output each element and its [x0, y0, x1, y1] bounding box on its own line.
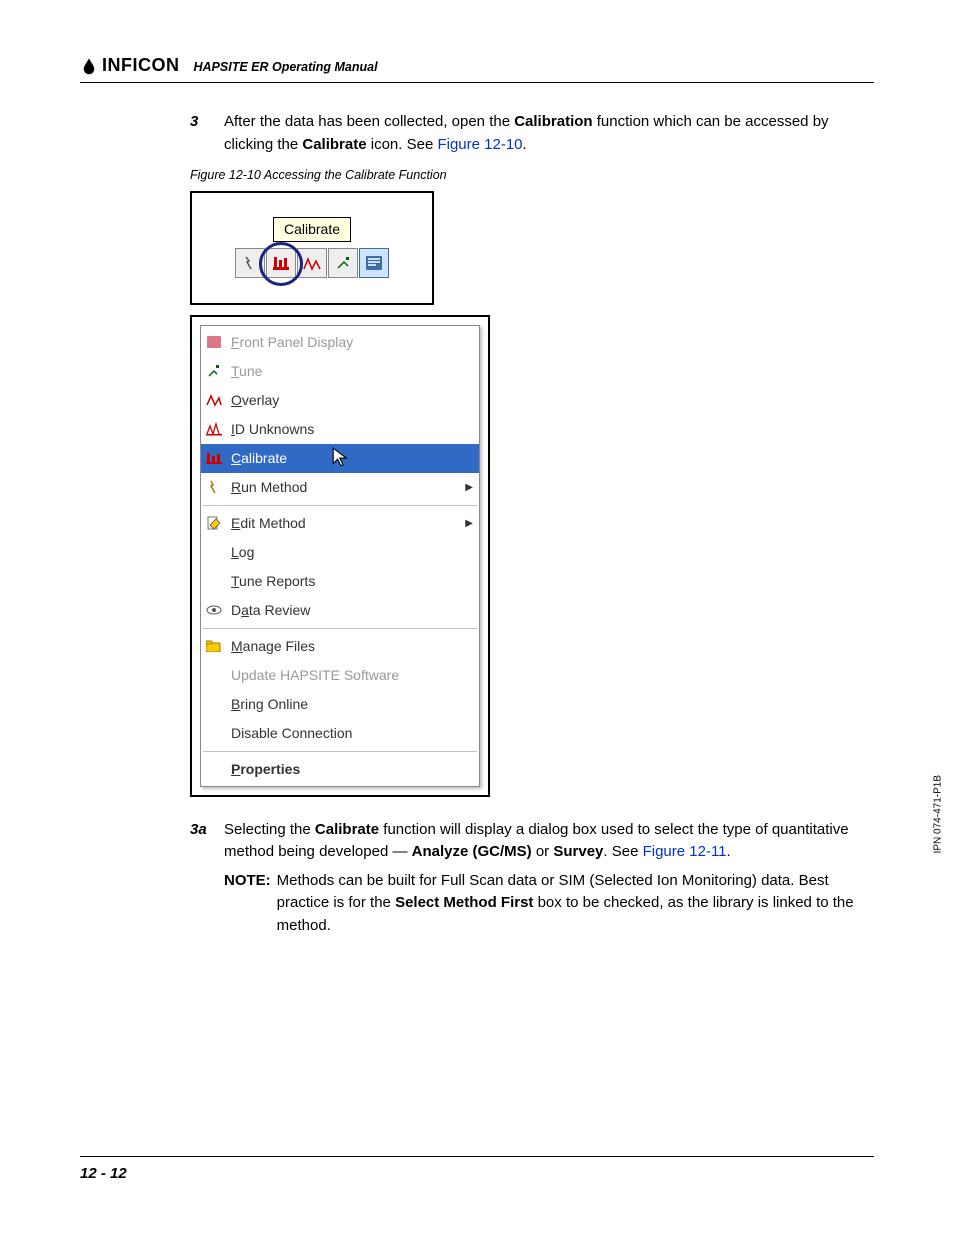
menu-item-calibrate[interactable]: Calibrate: [201, 444, 479, 473]
step-number: 3: [190, 111, 212, 156]
menu-item-label: Manage Files: [231, 636, 315, 657]
page-number: 12 - 12: [80, 1156, 874, 1182]
menu-item-properties[interactable]: Properties: [201, 755, 479, 784]
submenu-arrow-icon: ▶: [465, 516, 473, 531]
step-3a: 3a Selecting the Calibrate function will…: [190, 819, 874, 938]
menu-item-label: Tune Reports: [231, 571, 315, 592]
blank-icon: [205, 573, 223, 589]
menu-item-disable-connection[interactable]: Disable Connection: [201, 719, 479, 748]
edit-icon: [205, 515, 223, 531]
menu-item-front-panel-display: Front Panel Display: [201, 328, 479, 357]
menu-item-label: Overlay: [231, 390, 279, 411]
blank-icon: [205, 544, 223, 560]
menu-item-label: Tune: [231, 361, 262, 382]
tune-icon: [205, 363, 223, 379]
blank-icon: [205, 667, 223, 683]
menu-item-update-hapsite-software: Update HAPSITE Software: [201, 661, 479, 690]
blank-icon: [205, 696, 223, 712]
note-block: NOTE: Methods can be built for Full Scan…: [224, 870, 874, 938]
figure-toolbar-box: Calibrate: [190, 191, 434, 305]
calibrate-tooltip: Calibrate: [273, 217, 351, 242]
document-code: IPN 074-471-P1B: [932, 775, 943, 853]
brand-logo: INFICON: [80, 55, 180, 76]
review-icon: [205, 602, 223, 618]
panel-icon: [205, 334, 223, 350]
menu-item-id-unknowns[interactable]: ID Unknowns: [201, 415, 479, 444]
id-icon: [205, 421, 223, 437]
step-number: 3a: [190, 819, 212, 938]
menu-item-label: ID Unknowns: [231, 419, 314, 440]
menu-item-tune: Tune: [201, 357, 479, 386]
brand-name: INFICON: [102, 55, 180, 76]
run-method-toolbar-icon[interactable]: [235, 248, 265, 278]
menu-item-label: Disable Connection: [231, 723, 352, 744]
menu-item-label: Calibrate: [231, 448, 287, 469]
menu-item-label: Properties: [231, 759, 300, 780]
menu-item-run-method[interactable]: Run Method ▶: [201, 473, 479, 502]
menu-item-log[interactable]: Log: [201, 538, 479, 567]
menu-item-manage-files[interactable]: Manage Files: [201, 632, 479, 661]
menu-item-label: Edit Method: [231, 513, 306, 534]
menu-item-label: Run Method: [231, 477, 307, 498]
note-label: NOTE:: [224, 870, 271, 938]
menu-item-edit-method[interactable]: Edit Method ▶: [201, 509, 479, 538]
overlay-icon: [205, 392, 223, 408]
menu-item-label: Front Panel Display: [231, 332, 353, 353]
menu-item-label: Update HAPSITE Software: [231, 665, 399, 686]
menu-item-tune-reports[interactable]: Tune Reports: [201, 567, 479, 596]
files-icon: [205, 638, 223, 654]
menu-item-data-review[interactable]: Data Review: [201, 596, 479, 625]
figure-link[interactable]: Figure 12-11: [643, 843, 727, 860]
calibrate-toolbar-icon[interactable]: [266, 248, 296, 278]
front-panel-toolbar-icon[interactable]: [359, 248, 389, 278]
figure-menu-box: Front Panel Display Tune Overlay ID Unknown…: [190, 315, 490, 797]
figure-caption: Figure 12-10 Accessing the Calibrate Fun…: [190, 166, 874, 185]
droplet-icon: [80, 57, 98, 75]
context-menu: Front Panel Display Tune Overlay ID Unknown…: [200, 325, 480, 787]
manual-title: HAPSITE ER Operating Manual: [194, 60, 378, 76]
page-header: INFICON HAPSITE ER Operating Manual: [80, 55, 874, 83]
step-3: 3 After the data has been collected, ope…: [190, 111, 874, 156]
menu-separator: [203, 505, 477, 506]
note-text: Methods can be built for Full Scan data …: [277, 870, 874, 938]
calib-icon: [205, 450, 223, 466]
submenu-arrow-icon: ▶: [465, 480, 473, 495]
step-body: Selecting the Calibrate function will di…: [224, 819, 874, 938]
menu-item-label: Log: [231, 542, 254, 563]
menu-item-label: Bring Online: [231, 694, 308, 715]
menu-item-overlay[interactable]: Overlay: [201, 386, 479, 415]
page-content: 3 After the data has been collected, ope…: [190, 111, 874, 937]
menu-separator: [203, 751, 477, 752]
menu-item-bring-online[interactable]: Bring Online: [201, 690, 479, 719]
blank-icon: [205, 725, 223, 741]
tune-toolbar-icon[interactable]: [328, 248, 358, 278]
figure-link[interactable]: Figure 12-10: [437, 136, 522, 153]
step-body: After the data has been collected, open …: [224, 111, 874, 156]
run-icon: [205, 479, 223, 495]
menu-item-label: Data Review: [231, 600, 310, 621]
toolbar-icons: [235, 248, 389, 278]
menu-separator: [203, 628, 477, 629]
blank-icon: [205, 761, 223, 777]
overlay-toolbar-icon[interactable]: [297, 248, 327, 278]
